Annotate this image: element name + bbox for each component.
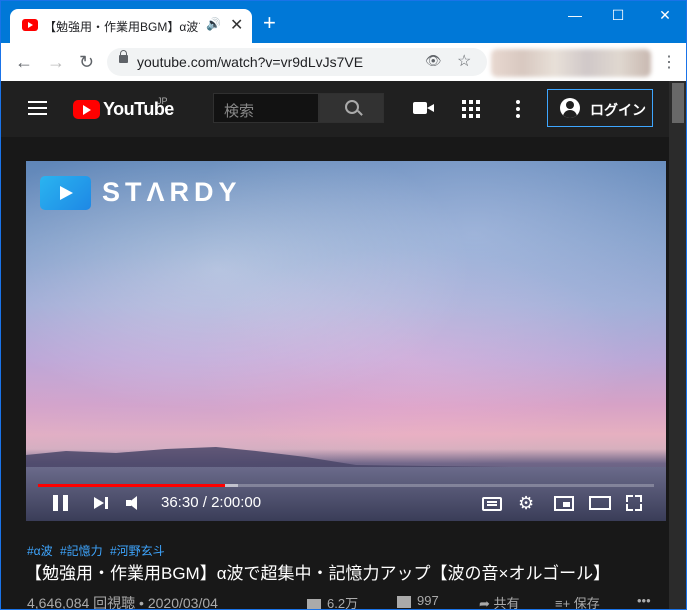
progress-played xyxy=(38,484,226,487)
forward-arrow-icon[interactable]: → xyxy=(47,52,65,73)
time-separator: / xyxy=(198,494,212,511)
like-button[interactable]: 6.2万 xyxy=(307,593,359,610)
lock-icon xyxy=(119,50,128,63)
save-button[interactable]: ≡+ 保存 xyxy=(555,593,600,610)
tab-title: 【勉強用・作業用BGM】α波で超 xyxy=(44,20,200,34)
share-label: 共有 xyxy=(493,596,520,610)
miniplayer-icon[interactable] xyxy=(554,496,574,511)
save-label: 保存 xyxy=(573,596,600,610)
browser-window: 【勉強用・作業用BGM】α波で超 🔊 ✕ + — ☐ ✕ ← → ↻ youtu… xyxy=(0,0,687,610)
subtitles-icon[interactable] xyxy=(482,497,502,511)
menu-icon[interactable] xyxy=(28,101,47,119)
bookmark-star-icon[interactable]: ☆ xyxy=(457,51,471,71)
tab-close-icon[interactable]: ✕ xyxy=(230,15,243,35)
hashtag-link[interactable]: #α波 xyxy=(27,544,53,558)
url-text: youtube.com/watch?v=vr9dLvJs7VE xyxy=(137,54,364,70)
url-field[interactable]: youtube.com/watch?v=vr9dLvJs7VE 👁 ☆ xyxy=(107,48,487,76)
search-placeholder: 検索 xyxy=(224,103,255,120)
create-video-icon[interactable] xyxy=(413,102,434,114)
video-frame-sea xyxy=(26,467,666,521)
playlist-add-icon: ≡+ xyxy=(555,596,574,610)
blurred-extensions xyxy=(491,49,651,77)
time-display: 36:30 / 2:00:00 xyxy=(161,494,261,511)
scrollbar-thumb[interactable] xyxy=(672,83,684,123)
search-icon xyxy=(345,100,359,114)
thumbs-down-icon xyxy=(397,595,411,608)
stardy-logo-icon xyxy=(40,176,91,210)
pause-button[interactable] xyxy=(53,495,69,511)
search-input[interactable]: 検索 xyxy=(213,93,319,123)
search-button[interactable] xyxy=(319,93,384,123)
hashtag-link[interactable]: #記憶力 xyxy=(60,544,103,558)
new-tab-button[interactable]: + xyxy=(263,12,276,34)
logo-region: JP xyxy=(157,96,168,106)
reload-icon[interactable]: ↻ xyxy=(79,52,94,73)
back-arrow-icon[interactable]: ← xyxy=(15,52,33,73)
dislike-button[interactable]: 997 xyxy=(397,593,439,608)
close-window-button[interactable]: ✕ xyxy=(651,7,679,24)
login-label: ログイン xyxy=(590,102,646,118)
browser-menu-icon[interactable]: ⋮ xyxy=(661,52,677,72)
youtube-logo-icon[interactable] xyxy=(73,100,100,119)
video-player[interactable]: STΛRDY 36:30 / 2:00:00 ⚙ xyxy=(26,161,666,521)
share-button[interactable]: ➦ 共有 xyxy=(479,593,520,610)
audio-playing-icon[interactable]: 🔊 xyxy=(206,17,221,31)
maximize-button[interactable]: ☐ xyxy=(604,7,632,24)
volume-icon[interactable] xyxy=(126,495,144,511)
minimize-button[interactable]: — xyxy=(561,7,589,23)
login-button[interactable]: ログイン xyxy=(547,89,653,127)
fullscreen-icon[interactable] xyxy=(626,495,642,511)
address-bar: ← → ↻ youtube.com/watch?v=vr9dLvJs7VE 👁 … xyxy=(1,43,686,81)
like-count: 6.2万 xyxy=(327,596,359,610)
youtube-favicon-icon xyxy=(22,19,38,31)
channel-brand: STΛRDY xyxy=(102,177,242,207)
account-icon xyxy=(560,98,580,118)
next-video-button[interactable] xyxy=(94,495,110,511)
apps-grid-icon[interactable] xyxy=(462,100,480,118)
thumbs-up-icon xyxy=(307,598,321,609)
hashtags: #α波 #記憶力 #河野玄斗 xyxy=(27,542,169,559)
current-time: 36:30 xyxy=(161,494,199,511)
theater-mode-icon[interactable] xyxy=(589,496,611,510)
more-actions-icon[interactable]: ••• xyxy=(637,593,651,608)
tracking-blocked-icon[interactable]: 👁 xyxy=(425,53,442,69)
progress-bar[interactable] xyxy=(38,484,654,487)
video-stats: 4,646,084 回視聴 • 2020/03/04 xyxy=(27,595,218,610)
share-icon: ➦ xyxy=(479,596,494,610)
view-count: 4,646,084 回視聴 xyxy=(27,595,136,610)
settings-gear-icon[interactable]: ⚙ xyxy=(518,494,534,512)
dislike-count: 997 xyxy=(417,593,439,608)
upload-date: 2020/03/04 xyxy=(147,595,218,610)
browser-tab[interactable]: 【勉強用・作業用BGM】α波で超 🔊 ✕ xyxy=(10,9,252,43)
title-bar: 【勉強用・作業用BGM】α波で超 🔊 ✕ + — ☐ ✕ xyxy=(1,1,686,43)
youtube-header: YouTube JP 検索 ログイン xyxy=(1,81,669,137)
video-title: 【勉強用・作業用BGM】α波で超集中・記憶力アップ【波の音×オルゴール】 xyxy=(25,564,611,583)
page-scrollbar[interactable] xyxy=(669,81,686,609)
settings-more-icon[interactable] xyxy=(516,100,520,121)
duration: 2:00:00 xyxy=(211,494,262,511)
hashtag-link[interactable]: #河野玄斗 xyxy=(110,544,165,558)
